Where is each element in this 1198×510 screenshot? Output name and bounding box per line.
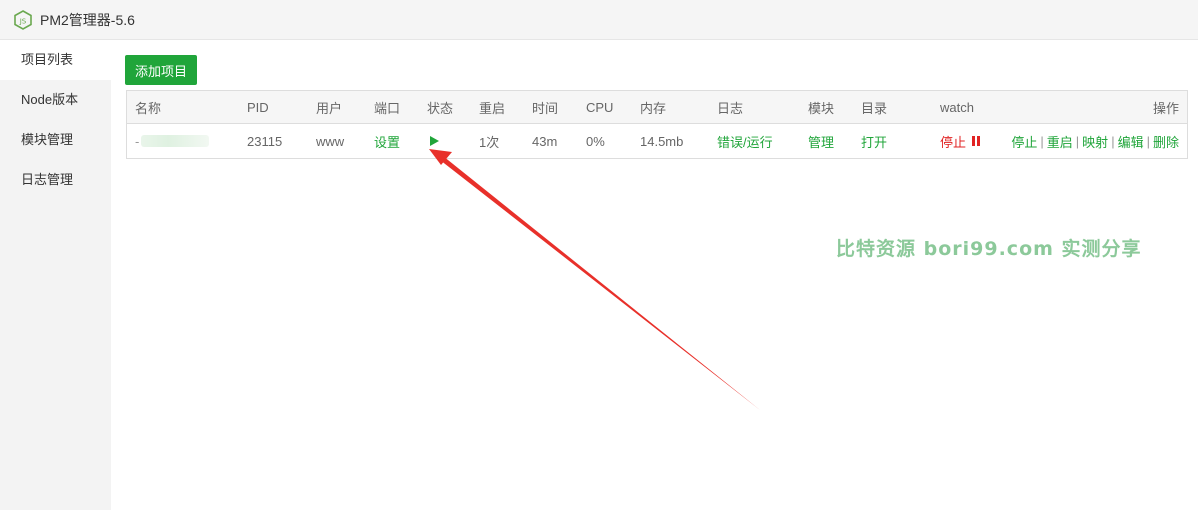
sidebar-item-log-management[interactable]: 日志管理 [0,160,111,200]
header-cpu: CPU [586,99,614,115]
svg-text:JS: JS [19,17,27,25]
title-bar: JS PM2管理器-5.6 [0,0,1198,40]
pause-icon [972,136,981,146]
header-restart: 重启 [479,100,506,116]
header-user: 用户 [316,100,343,116]
header-mem: 内存 [640,100,667,116]
sidebar-item-node-version[interactable]: Node版本 [0,80,111,120]
table-row: - 23115 www 设置 1次 43m 0% 14.5mb 错误/运行 管理… [127,124,1187,158]
header-status: 状态 [427,100,454,116]
project-name: - [135,124,210,158]
header-module: 模块 [808,100,835,116]
window-title: PM2管理器-5.6 [40,11,135,28]
separator: | [1111,133,1115,149]
add-project-button[interactable]: 添加项目 [125,55,197,85]
separator: | [1040,133,1044,149]
project-cpu: 0% [586,133,605,149]
stop-link[interactable]: 停止 [1011,132,1037,151]
delete-link[interactable]: 删除 [1153,132,1179,151]
module-manage-link[interactable]: 管理 [808,124,834,158]
separator: | [1146,133,1150,149]
sidebar: 项目列表 Node版本 模块管理 日志管理 [0,40,111,510]
watch-stop-label: 停止 [940,134,967,150]
watermark: 比特资源 bori99.com 实测分享 [836,238,1142,260]
project-user: www [316,133,345,149]
play-icon [430,136,439,146]
project-mem: 14.5mb [640,133,684,149]
header-watch: watch [940,99,974,115]
header-dir: 目录 [861,100,888,116]
project-pid: 23115 [247,133,283,149]
table-header: 名称 PID 用户 端口 状态 重启 时间 CPU 内存 日志 模块 目录 wa… [127,91,1187,124]
log-link[interactable]: 错误/运行 [717,124,773,158]
header-name: 名称 [135,100,162,116]
sidebar-item-project-list[interactable]: 项目列表 [0,40,111,80]
row-actions: 停止 | 重启 | 映射 | 编辑 | 删除 [1011,124,1179,158]
separator: | [1075,133,1080,149]
port-settings-link[interactable]: 设置 [374,124,400,158]
sidebar-item-module-management[interactable]: 模块管理 [0,120,111,160]
project-restart-count: 1次 [479,134,500,150]
blurred-name-mask [141,135,210,147]
edit-link[interactable]: 编辑 [1118,132,1144,151]
watch-stop-link[interactable]: 停止 [940,124,981,158]
status-running[interactable] [427,124,439,158]
nodejs-icon: JS [14,9,32,30]
header-pid: PID [247,99,269,115]
project-name-text: - [135,133,140,149]
project-table: 名称 PID 用户 端口 状态 重启 时间 CPU 内存 日志 模块 目录 wa… [126,90,1188,159]
project-uptime: 43m [532,133,558,149]
restart-link[interactable]: 重启 [1047,132,1073,151]
header-ops: 操作 [1152,100,1179,116]
open-dir-link[interactable]: 打开 [861,124,887,158]
header-port: 端口 [374,100,401,116]
main-panel: 添加项目 名称 PID 用户 端口 状态 重启 时间 CPU 内存 日志 模块 … [111,40,1198,510]
header-log: 日志 [717,100,744,116]
map-link[interactable]: 映射 [1082,132,1108,151]
header-time: 时间 [532,100,559,116]
